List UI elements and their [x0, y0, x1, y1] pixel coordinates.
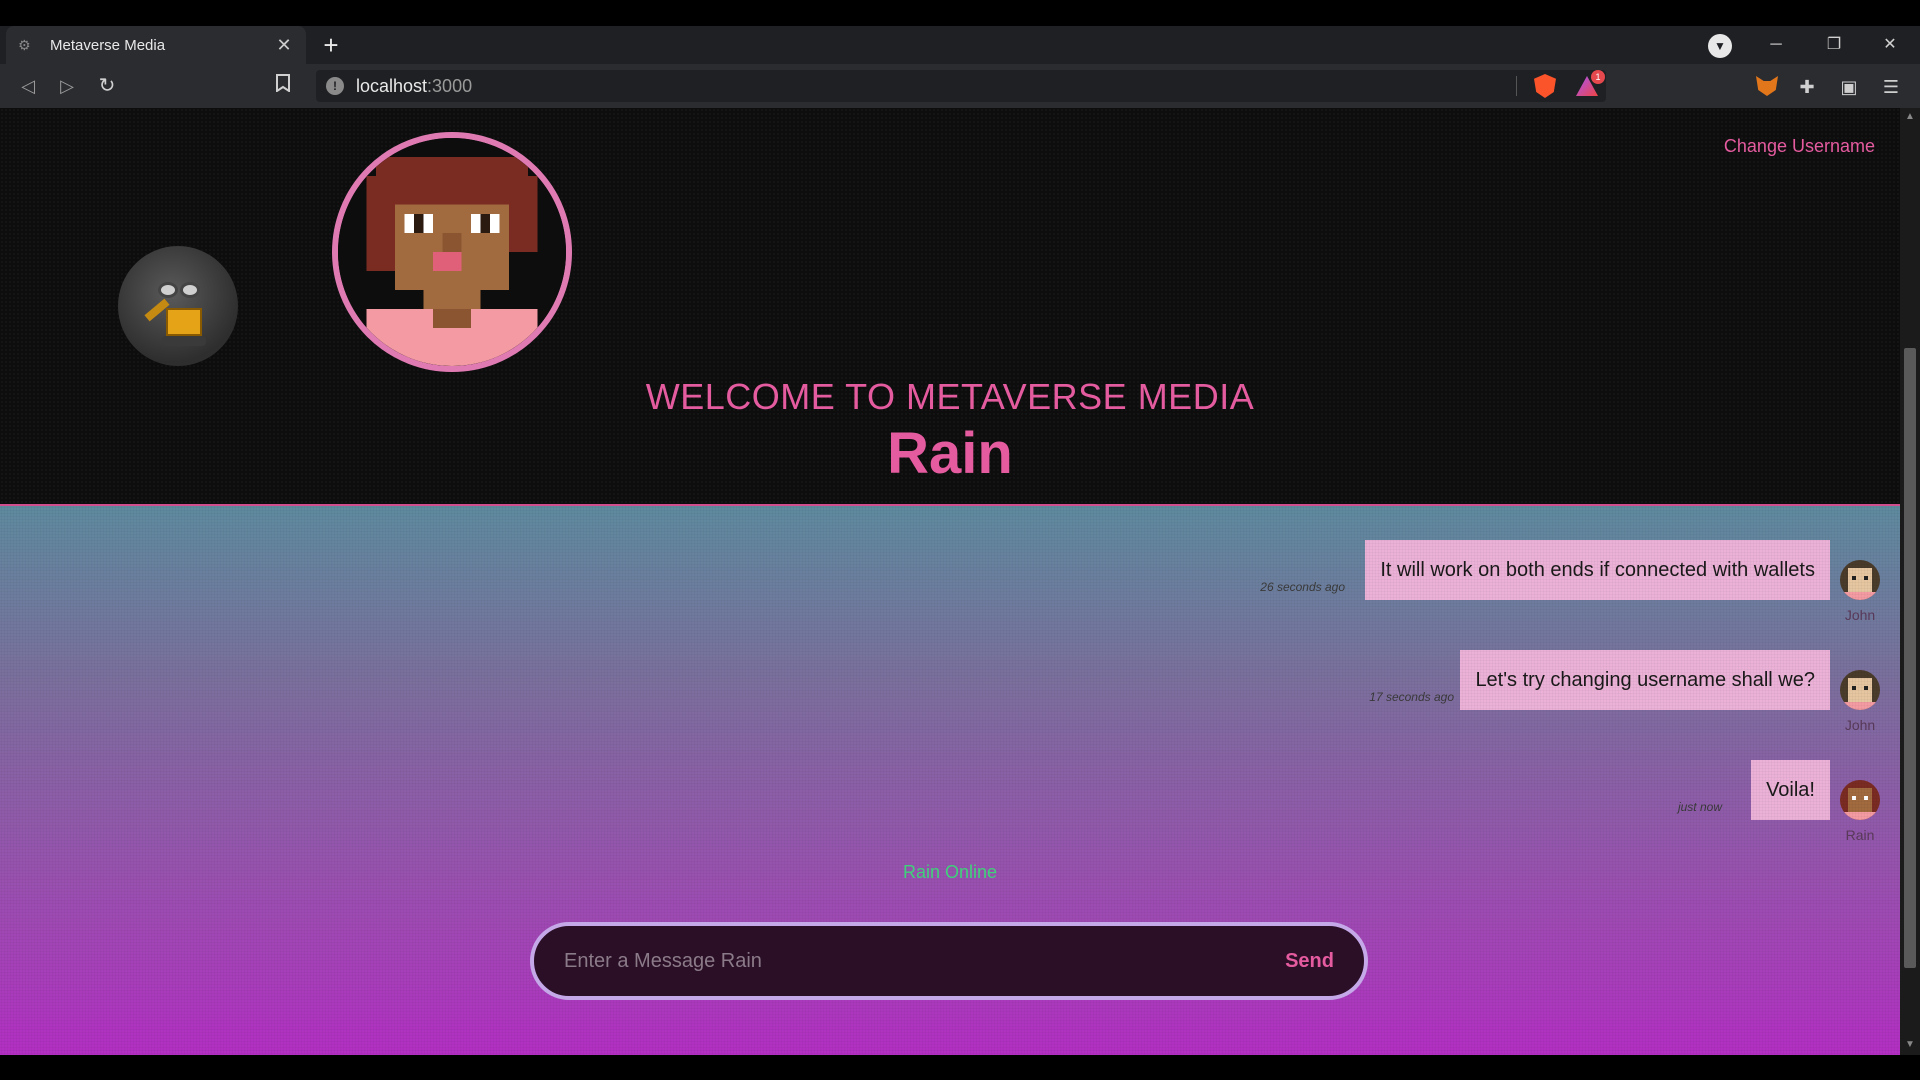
scrollbar-thumb[interactable]: [1904, 348, 1916, 968]
scroll-up-icon[interactable]: ▲: [1903, 110, 1917, 124]
robot-track: [162, 336, 206, 346]
pixel-face-avatar: [338, 138, 566, 366]
bookmark-icon[interactable]: [269, 72, 297, 100]
page-content: Change Username WELCOME TO METAVERSE MED…: [0, 108, 1900, 1055]
tab-title: Metaverse Media: [50, 36, 166, 54]
back-icon[interactable]: ◁: [14, 72, 42, 100]
tab-close-icon[interactable]: ✕: [274, 35, 294, 56]
window-titlebar: [0, 0, 1920, 26]
brave-shields-icon[interactable]: [1534, 74, 1556, 98]
tab-strip: ⚙ Metaverse Media ✕ + ▼ ─ ❐ ✕: [0, 26, 1920, 64]
minimize-button[interactable]: ─: [1754, 26, 1798, 64]
metamask-fox-icon[interactable]: [1756, 76, 1778, 96]
message-input[interactable]: [534, 949, 1286, 973]
forward-icon[interactable]: ▷: [53, 72, 81, 100]
menu-icon[interactable]: ☰: [1880, 76, 1902, 98]
message-composer: Send: [530, 922, 1368, 1000]
chat-message: It will work on both ends if connected w…: [1200, 540, 1900, 630]
message-bubble: Voila!: [1751, 760, 1830, 820]
current-username: Rain: [887, 421, 1013, 486]
message-author: Rain: [1845, 827, 1875, 843]
page-scrollbar[interactable]: ▲ ▼: [1900, 108, 1920, 1055]
new-tab-button[interactable]: +: [316, 30, 346, 60]
site-info-icon[interactable]: !: [326, 77, 344, 95]
robot-body: [166, 308, 202, 336]
message-time: 26 seconds ago: [1260, 580, 1345, 594]
message-bubble: It will work on both ends if connected w…: [1365, 540, 1830, 600]
chat-message: Let's try changing username shall we? 17…: [1200, 650, 1900, 740]
message-time: 17 seconds ago: [1369, 690, 1454, 704]
robot-eyes: [158, 282, 204, 300]
online-status: Rain Online: [902, 862, 998, 882]
tab-search-icon[interactable]: ▼: [1708, 34, 1732, 58]
tab-metaverse-media[interactable]: ⚙ Metaverse Media ✕: [6, 26, 306, 64]
rain-avatar: [1840, 780, 1880, 820]
message-time: just now: [1677, 800, 1722, 814]
restore-button[interactable]: ❐: [1812, 26, 1856, 64]
chat-message: Voila! just now Rain: [1200, 760, 1900, 850]
message-author: John: [1844, 607, 1876, 623]
change-username-link[interactable]: Change Username: [1724, 136, 1875, 157]
welcome-heading: WELCOME TO METAVERSE MEDIA: [645, 376, 1255, 417]
url-host: localhost: [356, 75, 428, 96]
address-bar[interactable]: ! localhost :3000 1: [316, 70, 1606, 102]
profile-header: Change Username WELCOME TO METAVERSE MED…: [0, 108, 1900, 506]
scroll-down-icon[interactable]: ▼: [1903, 1038, 1917, 1052]
current-user-avatar[interactable]: [332, 132, 572, 372]
bottom-bar: [0, 1055, 1920, 1080]
browser-toolbar: ◁ ▷ ↻ ! localhost :3000 1 ✚ ▣ ☰: [0, 64, 1920, 108]
reload-icon[interactable]: ↻: [93, 72, 121, 100]
url-port: :3000: [427, 75, 473, 96]
message-author: John: [1844, 717, 1876, 733]
wallet-icon[interactable]: ▣: [1838, 76, 1860, 98]
extensions-puzzle-icon[interactable]: ✚: [1796, 76, 1818, 98]
john-avatar: [1840, 670, 1880, 710]
robot-avatar-option[interactable]: [118, 246, 238, 366]
rewards-badge: 1: [1591, 70, 1605, 84]
message-bubble: Let's try changing username shall we?: [1460, 650, 1830, 710]
send-button[interactable]: Send: [1285, 950, 1364, 973]
url-divider: [1516, 76, 1517, 96]
globe-icon: ⚙: [18, 37, 31, 53]
john-avatar: [1840, 560, 1880, 600]
close-window-button[interactable]: ✕: [1868, 26, 1912, 64]
